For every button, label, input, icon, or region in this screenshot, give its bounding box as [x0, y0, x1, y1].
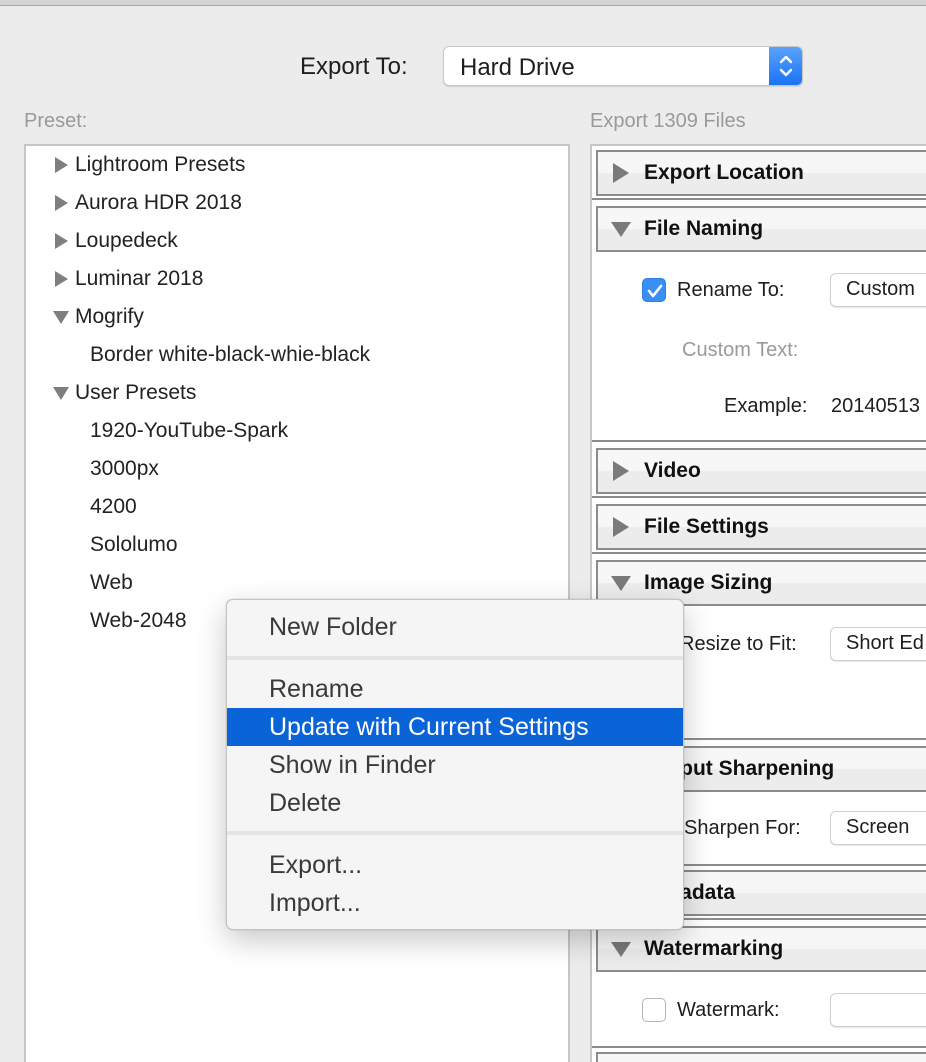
example-label: Example:	[724, 395, 808, 417]
select-stepper-icon	[769, 47, 802, 85]
disclosure-collapsed-icon	[613, 517, 629, 537]
section-title: File Naming	[644, 217, 764, 240]
tree-preset-item[interactable]: Border white-black-whie-black	[90, 340, 370, 370]
resize-to-fit-select[interactable]: Short Ed	[830, 627, 926, 661]
disclosure-collapsed-icon[interactable]	[52, 232, 70, 250]
disclosure-collapsed-icon[interactable]	[52, 270, 70, 288]
tree-preset-item[interactable]: 1920-YouTube-Spark	[90, 416, 288, 446]
menu-item-new-folder[interactable]: New Folder	[227, 608, 683, 646]
section-file-naming[interactable]: File Naming	[596, 206, 926, 252]
tree-item-label: Loupedeck	[75, 229, 178, 252]
tree-item-label: Luminar 2018	[75, 267, 204, 290]
tree-folder-mogrify[interactable]: Mogrify	[52, 302, 144, 332]
section-divider	[592, 1046, 926, 1050]
tree-item-label: 4200	[90, 495, 137, 518]
tree-item-label: Web	[90, 571, 133, 594]
watermark-label: Watermark:	[677, 999, 780, 1021]
tree-item-label: User Presets	[75, 381, 197, 404]
section-next[interactable]	[596, 1052, 926, 1062]
sharpen-for-select[interactable]: Screen	[830, 811, 926, 845]
tree-folder-loupedeck[interactable]: Loupedeck	[52, 226, 178, 256]
disclosure-collapsed-icon	[613, 461, 629, 481]
section-title: Watermarking	[644, 937, 784, 960]
menu-item-show-in-finder[interactable]: Show in Finder	[227, 746, 683, 784]
section-divider	[592, 198, 926, 202]
rename-to-select[interactable]: Custom	[830, 273, 926, 307]
rename-to-label: Rename To:	[677, 279, 785, 301]
export-files-caption: Export 1309 Files	[590, 110, 746, 132]
custom-text-label: Custom Text:	[682, 339, 799, 361]
tree-folder-user-presets[interactable]: User Presets	[52, 378, 196, 408]
tree-folder-luminar[interactable]: Luminar 2018	[52, 264, 203, 294]
menu-item-import[interactable]: Import...	[227, 884, 683, 922]
disclosure-expanded-icon	[611, 942, 631, 957]
disclosure-expanded-icon	[611, 576, 631, 591]
menu-item-delete[interactable]: Delete	[227, 784, 683, 822]
tree-preset-item[interactable]: 4200	[90, 492, 137, 522]
export-to-label: Export To:	[300, 53, 408, 80]
sharpen-for-label: Sharpen For:	[684, 817, 801, 839]
tree-folder-lightroom-presets[interactable]: Lightroom Presets	[52, 150, 245, 180]
disclosure-expanded-icon	[611, 222, 631, 237]
section-title: Export Location	[644, 161, 804, 184]
menu-item-export[interactable]: Export...	[227, 846, 683, 884]
tree-preset-item[interactable]: 3000px	[90, 454, 159, 484]
section-divider	[592, 496, 926, 500]
tree-item-label: 1920-YouTube-Spark	[90, 419, 289, 442]
menu-item-rename[interactable]: Rename	[227, 670, 683, 708]
checkmark-icon	[647, 284, 663, 298]
export-to-select[interactable]: Hard Drive	[443, 46, 803, 86]
tree-item-label: Lightroom Presets	[75, 153, 246, 176]
tree-preset-item[interactable]: Web	[90, 568, 133, 598]
tree-item-label: Aurora HDR 2018	[75, 191, 242, 214]
export-to-value: Hard Drive	[460, 54, 575, 81]
disclosure-collapsed-icon	[613, 163, 629, 183]
tree-folder-aurora-hdr[interactable]: Aurora HDR 2018	[52, 188, 242, 218]
preset-caption: Preset:	[24, 110, 88, 132]
tree-preset-item[interactable]: Sololumo	[90, 530, 178, 560]
watermark-checkbox[interactable]	[642, 998, 666, 1022]
preset-context-menu: New Folder Rename Update with Current Se…	[226, 599, 684, 930]
disclosure-collapsed-icon[interactable]	[52, 194, 70, 212]
tree-item-label: Border white-black-whie-black	[90, 343, 371, 366]
disclosure-expanded-icon[interactable]	[52, 308, 70, 326]
tree-item-label: Web-2048	[90, 609, 187, 632]
section-title: File Settings	[644, 515, 769, 538]
watermark-select[interactable]	[830, 993, 926, 1027]
section-title: Video	[644, 459, 701, 482]
resize-to-fit-label: Resize to Fit:	[680, 633, 797, 655]
disclosure-expanded-icon[interactable]	[52, 384, 70, 402]
tree-item-label: Sololumo	[90, 533, 178, 556]
section-export-location[interactable]: Export Location	[596, 150, 926, 196]
tree-item-label: Mogrify	[75, 305, 144, 328]
menu-separator	[227, 656, 683, 660]
section-video[interactable]: Video	[596, 448, 926, 494]
tree-item-label: 3000px	[90, 457, 159, 480]
section-file-settings[interactable]: File Settings	[596, 504, 926, 550]
section-watermarking[interactable]: Watermarking	[596, 926, 926, 972]
section-divider	[592, 552, 926, 556]
menu-separator	[227, 831, 683, 835]
section-title: Image Sizing	[644, 571, 773, 594]
disclosure-collapsed-icon[interactable]	[52, 156, 70, 174]
window-titlebar-edge	[0, 0, 926, 6]
rename-to-checkbox[interactable]	[642, 278, 666, 302]
menu-item-update-with-current-settings[interactable]: Update with Current Settings	[227, 708, 683, 746]
tree-preset-item-selected[interactable]: Web-2048	[90, 606, 187, 636]
example-value: 20140513	[831, 395, 920, 417]
section-divider	[592, 440, 926, 444]
